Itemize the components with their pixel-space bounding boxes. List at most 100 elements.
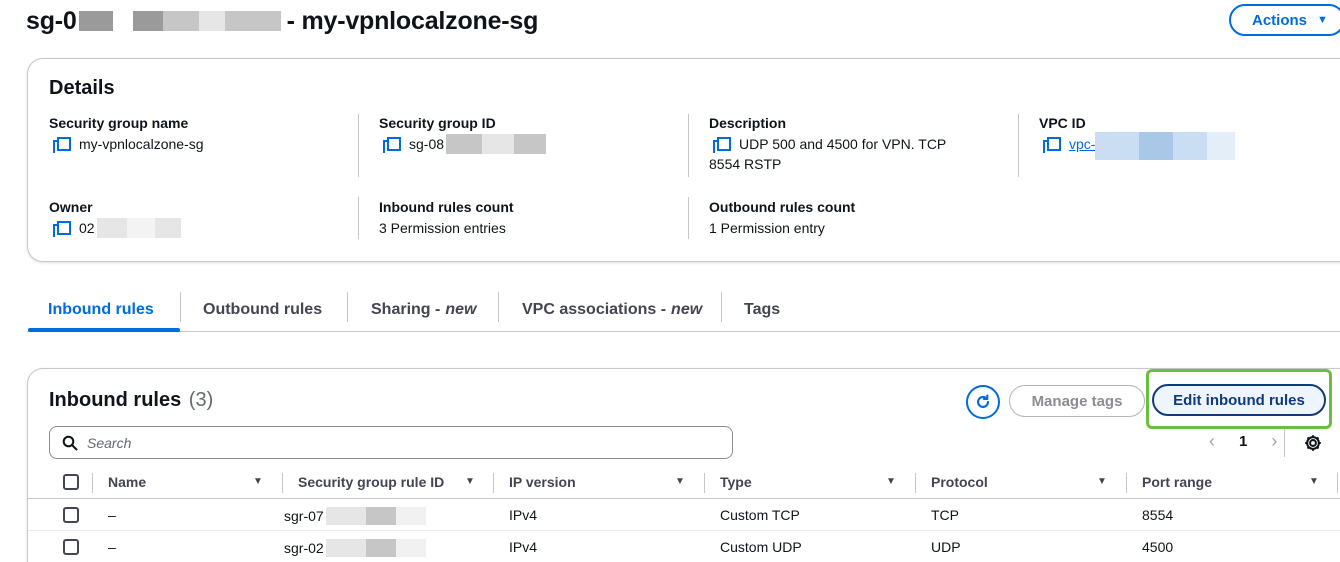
tab-tags[interactable]: Tags	[744, 290, 780, 330]
copy-icon[interactable]	[383, 137, 401, 153]
tab-outbound-rules[interactable]: Outbound rules	[203, 290, 322, 330]
column-header-protocol[interactable]: Protocol	[931, 474, 988, 490]
vpc-id-label: VPC ID	[1039, 115, 1086, 131]
inbound-rules-panel: Inbound rules (3) Manage tags Edit inbou…	[27, 368, 1340, 562]
rule-id-text: sgr-07	[284, 508, 324, 524]
tab-inbound-rules[interactable]: Inbound rules	[48, 290, 154, 330]
actions-dropdown-button[interactable]: Actions ▼	[1229, 4, 1340, 36]
inbound-count: (3)	[188, 389, 214, 411]
inbound-rules-table: Name ▼ Security group rule ID ▼ IP versi…	[28, 467, 1340, 562]
pagination: ‹ 1 ›	[1203, 431, 1283, 452]
active-tab-indicator	[28, 328, 180, 332]
tab-divider	[180, 292, 181, 322]
field-vpc-id: VPC ID vpc-	[1039, 115, 1236, 160]
column-header-rule-id[interactable]: Security group rule ID	[298, 474, 444, 490]
redacted-id	[78, 11, 281, 31]
manage-tags-button[interactable]: Manage tags	[1009, 385, 1145, 417]
cell-port-range: 4500	[1142, 539, 1174, 555]
table-row[interactable]: – sgr-07 IPv4 Custom TCP TCP 8554	[28, 499, 1340, 531]
select-all-checkbox[interactable]	[63, 474, 79, 490]
field-inbound-count: Inbound rules count 3 Permission entries	[379, 199, 514, 238]
gear-icon[interactable]	[1302, 432, 1324, 454]
sort-icon[interactable]: ▼	[1309, 476, 1323, 487]
search-field[interactable]	[49, 426, 733, 459]
description-label: Description	[709, 115, 787, 131]
column-header-name[interactable]: Name	[108, 474, 146, 490]
tab-bar: Inbound rules Outbound rules Sharing - ne…	[27, 290, 1340, 332]
tab-label: VPC associations -	[522, 301, 667, 318]
column-divider	[1337, 473, 1338, 493]
cell-protocol: TCP	[931, 507, 959, 523]
vpc-id-link[interactable]: vpc-	[1069, 134, 1095, 154]
column-divider	[1126, 473, 1127, 493]
sort-icon[interactable]: ▼	[465, 476, 479, 487]
cell-type: Custom UDP	[720, 539, 802, 555]
caret-down-icon: ▼	[1317, 14, 1328, 26]
title-prefix: sg-0	[26, 6, 77, 35]
sort-icon[interactable]: ▼	[1097, 476, 1111, 487]
refresh-button[interactable]	[966, 385, 1000, 419]
page-title: sg-0 - my-vpnlocalzone-sg	[26, 7, 538, 36]
description-line2: 8554 RSTP	[709, 156, 782, 172]
actions-label: Actions	[1252, 11, 1308, 29]
page-number[interactable]: 1	[1239, 433, 1247, 450]
details-title: Details	[49, 77, 115, 99]
table-header: Name ▼ Security group rule ID ▼ IP versi…	[28, 467, 1340, 499]
owner-value: 02	[79, 220, 95, 236]
cell-name: –	[108, 507, 116, 523]
column-header-type[interactable]: Type	[720, 474, 752, 490]
field-sg-name: Security group name my-vpnlocalzone-sg	[49, 115, 204, 154]
divider	[1018, 114, 1019, 177]
row-checkbox[interactable]	[63, 539, 79, 555]
column-header-ip-version[interactable]: IP version	[509, 474, 576, 490]
sg-name-label: Security group name	[49, 115, 189, 131]
column-divider	[493, 473, 494, 493]
table-row[interactable]: – sgr-02 IPv4 Custom UDP UDP 4500	[28, 531, 1340, 562]
column-divider	[704, 473, 705, 493]
divider	[688, 197, 689, 239]
tab-divider	[498, 292, 499, 322]
sort-icon[interactable]: ▼	[675, 476, 689, 487]
tab-label: Tags	[744, 301, 781, 318]
edit-inbound-rules-button[interactable]: Edit inbound rules	[1152, 384, 1326, 416]
cell-ip-version: IPv4	[509, 539, 538, 555]
tab-sharing[interactable]: Sharing - new	[371, 290, 476, 330]
tab-label: Outbound rules	[203, 301, 323, 318]
cell-protocol: UDP	[931, 539, 961, 555]
search-input[interactable]	[87, 434, 687, 451]
copy-icon[interactable]	[53, 137, 71, 153]
field-owner: Owner 02	[49, 199, 181, 238]
sg-id-value: sg-08	[409, 136, 445, 152]
inbound-rules-title: Inbound rules (3)	[49, 389, 213, 412]
cell-port-range: 8554	[1142, 507, 1174, 523]
cell-rule-id: sgr-07	[284, 507, 426, 525]
copy-icon[interactable]	[713, 137, 731, 153]
divider	[358, 114, 359, 177]
column-divider	[915, 473, 916, 493]
chevron-right-icon[interactable]: ›	[1265, 431, 1283, 452]
inbound-count-value: 3 Permission entries	[379, 220, 506, 236]
cell-name: –	[108, 539, 116, 555]
divider	[688, 114, 689, 177]
copy-icon[interactable]	[1043, 137, 1061, 153]
copy-icon[interactable]	[53, 221, 71, 237]
column-divider	[92, 473, 93, 493]
rule-id-text: sgr-02	[284, 540, 324, 556]
refresh-icon	[977, 394, 990, 408]
field-sg-id: Security group ID sg-08	[379, 115, 547, 154]
sort-icon[interactable]: ▼	[886, 476, 900, 487]
sort-icon[interactable]: ▼	[253, 476, 267, 487]
field-description: Description UDP 500 and 4500 for VPN. TC…	[709, 115, 946, 174]
details-panel: Details Security group name my-vpnlocalz…	[27, 58, 1340, 262]
tab-label: Sharing -	[371, 301, 441, 318]
outbound-count-label: Outbound rules count	[709, 199, 856, 215]
title-suffix: - my-vpnlocalzone-sg	[286, 6, 539, 35]
pager-divider	[1284, 429, 1285, 457]
column-header-port-range[interactable]: Port range	[1142, 474, 1212, 490]
row-checkbox[interactable]	[63, 507, 79, 523]
tab-divider	[347, 292, 348, 322]
page-header: sg-0 - my-vpnlocalzone-sg	[26, 6, 538, 36]
chevron-left-icon[interactable]: ‹	[1203, 431, 1221, 452]
tab-vpc-associations[interactable]: VPC associations - new	[522, 290, 702, 330]
cell-type: Custom TCP	[720, 507, 800, 523]
